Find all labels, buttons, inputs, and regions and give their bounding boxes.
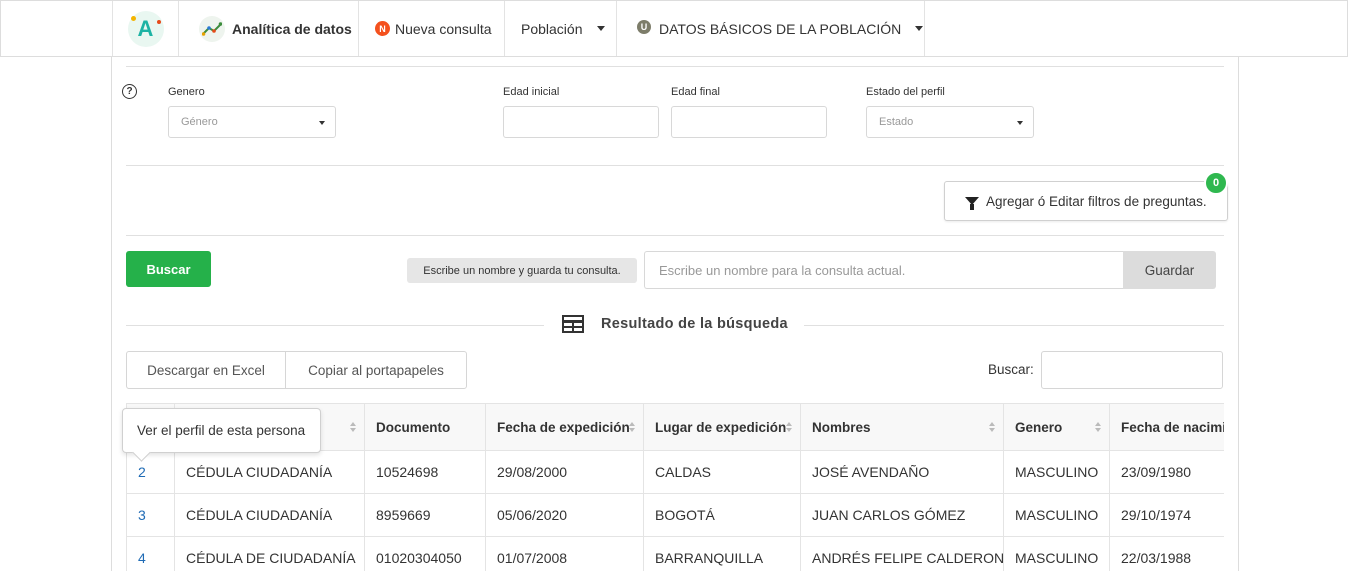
table-search-label: Buscar: <box>988 362 1034 377</box>
edad-inicial-input[interactable] <box>503 106 659 138</box>
divider <box>126 235 1224 236</box>
cell-lugar-expedicion: BOGOTÁ <box>643 493 801 537</box>
cell-tipo: CÉDULA DE CIUDADANÍA <box>174 536 365 571</box>
genero-label: Genero <box>168 86 205 98</box>
app-logo: A <box>127 10 164 47</box>
save-query-label: Escribe un nombre y guarda tu consulta. <box>407 258 637 283</box>
sort-icon <box>1095 422 1101 432</box>
table-search-input[interactable] <box>1041 351 1223 389</box>
sort-icon <box>629 422 635 432</box>
cell-fecha-expedicion: 01/07/2008 <box>485 536 644 571</box>
row-id-link[interactable]: 3 <box>126 493 175 537</box>
top-navbar: A Analítica de datos N Nueva consulta Po… <box>0 0 1348 57</box>
nav-datos-label: DATOS BÁSICOS DE LA POBLACIÓN <box>659 20 902 37</box>
cell-fecha-expedicion: 05/06/2020 <box>485 493 644 537</box>
export-excel-button[interactable]: Descargar en Excel <box>126 351 286 389</box>
sort-icon <box>350 422 356 432</box>
cell-documento: 8959669 <box>364 493 486 537</box>
question-filters-label: Agregar ó Editar filtros de preguntas. <box>986 193 1207 209</box>
nav-datos-basicos-dropdown[interactable]: U DATOS BÁSICOS DE LA POBLACIÓN <box>617 1 925 56</box>
filters-count-badge: 0 <box>1204 171 1228 195</box>
query-name-input[interactable]: Escribe un nombre para la consulta actua… <box>644 251 1124 289</box>
divider <box>804 325 1224 326</box>
divider <box>126 325 544 326</box>
col-header-fecha-nacimiento-label: Fecha de nacimiento <box>1121 419 1224 435</box>
help-icon[interactable]: ? <box>122 84 137 99</box>
copy-clipboard-button[interactable]: Copiar al portapapeles <box>285 351 467 389</box>
col-header-nombres[interactable]: Nombres <box>800 403 1004 451</box>
query-name-placeholder: Escribe un nombre para la consulta actua… <box>659 262 906 278</box>
genero-select-value: Género <box>181 116 218 128</box>
table-icon <box>562 315 584 333</box>
row-id-link[interactable]: 4 <box>126 536 175 571</box>
col-header-documento-label: Documento <box>376 419 451 435</box>
genero-select[interactable]: Género <box>168 106 336 138</box>
row-id-link[interactable]: 2 <box>126 450 175 494</box>
analytics-chart-icon <box>199 15 225 42</box>
table-row: 4 CÉDULA DE CIUDADANÍA 01020304050 01/07… <box>126 536 1224 571</box>
cell-genero: MASCULINO <box>1003 536 1110 571</box>
chevron-down-icon <box>596 26 605 31</box>
edad-final-label: Edad final <box>671 86 720 98</box>
nav-analitica-label: Analítica de datos <box>232 20 352 37</box>
filter-icon <box>965 197 979 210</box>
profile-tooltip: Ver el perfil de esta persona <box>122 408 321 453</box>
edad-final-input[interactable] <box>671 106 827 138</box>
col-header-fecha-expedicion[interactable]: Fecha de expedición <box>485 403 644 451</box>
edad-inicial-label: Edad inicial <box>503 86 560 98</box>
search-button[interactable]: Buscar <box>126 251 211 287</box>
chevron-down-icon <box>319 121 325 125</box>
estado-label: Estado del perfil <box>866 86 945 98</box>
chevron-down-icon <box>915 26 924 31</box>
cell-documento: 10524698 <box>364 450 486 494</box>
nav-nueva-consulta[interactable]: N Nueva consulta <box>359 1 505 56</box>
results-title: Resultado de la búsqueda <box>601 316 788 332</box>
divider <box>126 66 1224 67</box>
col-header-fecha-expedicion-label: Fecha de expedición <box>497 419 630 435</box>
nav-poblacion-label: Población <box>521 20 583 37</box>
nav-nueva-label: Nueva consulta <box>395 20 492 37</box>
sort-icon <box>786 422 792 432</box>
col-header-lugar-expedicion[interactable]: Lugar de expedición <box>643 403 801 451</box>
question-filters-button[interactable]: Agregar ó Editar filtros de preguntas. <box>944 181 1228 221</box>
nav-analitica[interactable]: Analítica de datos <box>179 1 359 56</box>
cell-nombres: ANDRÉS FELIPE CALDERON <box>800 536 1004 571</box>
user-badge-icon: U <box>637 19 651 34</box>
cell-genero: MASCULINO <box>1003 493 1110 537</box>
cell-tipo: CÉDULA CIUDADANÍA <box>174 493 365 537</box>
col-header-nombres-label: Nombres <box>812 419 871 435</box>
sort-icon <box>989 422 995 432</box>
table-row: 2 CÉDULA CIUDADANÍA 10524698 29/08/2000 … <box>126 450 1224 494</box>
estado-select[interactable]: Estado <box>866 106 1034 138</box>
col-header-genero-label: Genero <box>1015 419 1063 435</box>
new-badge-icon: N <box>375 21 390 36</box>
cell-nombres: JUAN CARLOS GÓMEZ <box>800 493 1004 537</box>
results-heading: Resultado de la búsqueda <box>562 313 788 335</box>
app-logo-cell[interactable]: A <box>112 1 179 56</box>
col-header-fecha-nacimiento[interactable]: Fecha de nacimiento <box>1109 403 1224 451</box>
cell-lugar-expedicion: BARRANQUILLA <box>643 536 801 571</box>
chevron-down-icon <box>1017 121 1023 125</box>
cell-tipo: CÉDULA CIUDADANÍA <box>174 450 365 494</box>
cell-fecha-nacimiento: 23/09/1980 <box>1109 450 1224 494</box>
cell-fecha-nacimiento: 22/03/1988 <box>1109 536 1224 571</box>
col-header-genero[interactable]: Genero <box>1003 403 1110 451</box>
col-header-documento[interactable]: Documento <box>364 403 486 451</box>
cell-fecha-nacimiento: 29/10/1974 <box>1109 493 1224 537</box>
divider <box>126 165 1224 166</box>
cell-nombres: JOSÉ AVENDAÑO <box>800 450 1004 494</box>
cell-genero: MASCULINO <box>1003 450 1110 494</box>
table-row: 3 CÉDULA CIUDADANÍA 8959669 05/06/2020 B… <box>126 493 1224 537</box>
cell-lugar-expedicion: CALDAS <box>643 450 801 494</box>
col-header-lugar-expedicion-label: Lugar de expedición <box>655 419 787 435</box>
cell-fecha-expedicion: 29/08/2000 <box>485 450 644 494</box>
nav-poblacion-dropdown[interactable]: Población <box>505 1 617 56</box>
save-button[interactable]: Guardar <box>1123 251 1216 289</box>
cell-documento: 01020304050 <box>364 536 486 571</box>
estado-select-value: Estado <box>879 116 914 128</box>
